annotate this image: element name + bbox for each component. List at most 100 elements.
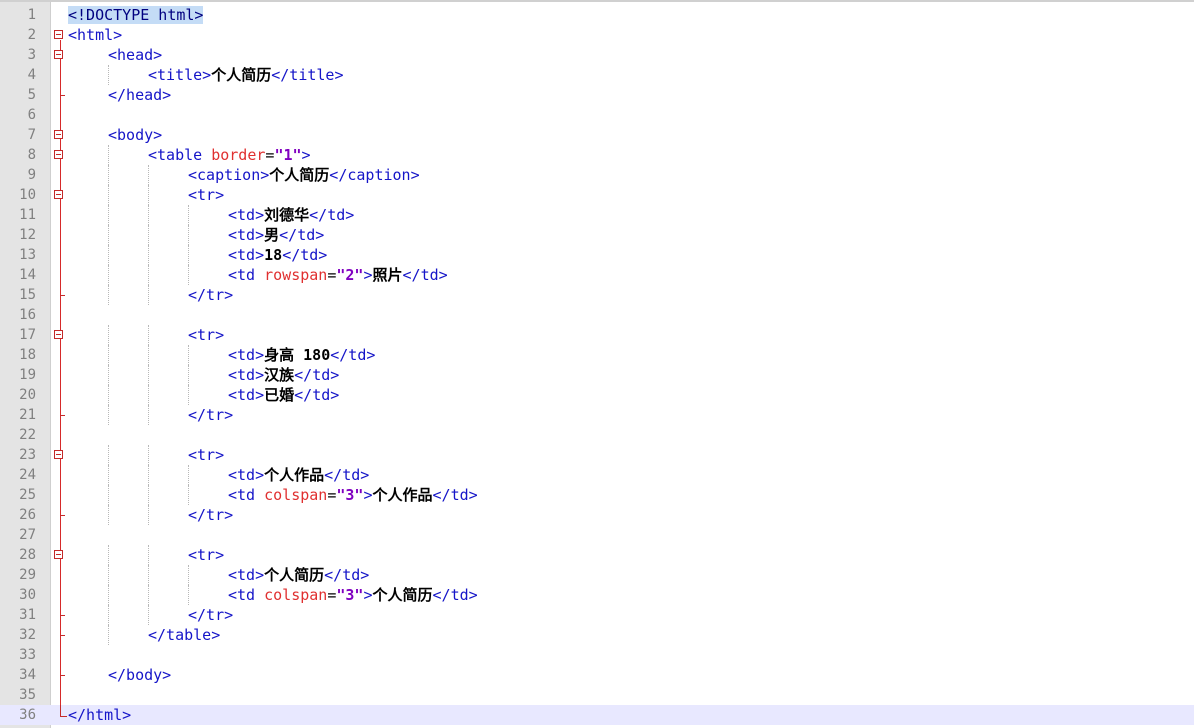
indent-guide: [148, 505, 149, 525]
code-line[interactable]: 16: [0, 305, 1194, 325]
code-line[interactable]: 24 <td>个人作品</td>: [0, 465, 1194, 485]
code-line[interactable]: 17 <tr>: [0, 325, 1194, 345]
fold-toggle-icon[interactable]: [54, 330, 63, 339]
token-tag: <td>: [228, 566, 265, 584]
fold-toggle-icon[interactable]: [54, 130, 63, 139]
token-tag: >: [301, 146, 311, 164]
line-number: 8: [27, 147, 36, 163]
token-tag: </tr>: [188, 406, 234, 424]
line-number: 10: [19, 187, 36, 203]
line-number: 9: [27, 167, 36, 183]
code-line[interactable]: 28 <tr>: [0, 545, 1194, 565]
code-text: <head>: [108, 45, 162, 65]
indent-guide: [108, 625, 109, 645]
code-line[interactable]: 15 </tr>: [0, 285, 1194, 305]
line-number: 24: [19, 467, 36, 483]
code-editor[interactable]: 1 <!DOCTYPE html> 2 <html> 3 <head> 4 <title>个人…: [0, 0, 1194, 728]
code-line[interactable]: 33: [0, 645, 1194, 665]
line-number: 25: [19, 487, 36, 503]
code-line[interactable]: 1 <!DOCTYPE html>: [0, 5, 1194, 25]
code-line[interactable]: 10 <tr>: [0, 185, 1194, 205]
token-tag: </html>: [68, 706, 132, 724]
code-text: <table border="1">: [148, 145, 311, 165]
indent-guide: [108, 245, 109, 265]
token-val: "1": [274, 146, 302, 164]
code-text: </tr>: [188, 605, 233, 625]
code-line[interactable]: 22: [0, 425, 1194, 445]
fold-toggle-icon[interactable]: [54, 150, 63, 159]
code-line[interactable]: 31 </tr>: [0, 605, 1194, 625]
code-line[interactable]: 2 <html>: [0, 25, 1194, 45]
indent-guide: [108, 265, 109, 285]
line-number: 17: [19, 327, 36, 343]
code-line[interactable]: 13 <td>18</td>: [0, 245, 1194, 265]
code-line[interactable]: 34 </body>: [0, 665, 1194, 685]
token-tag: </td>: [324, 566, 370, 584]
indent-guide: [108, 225, 109, 245]
token-tag: <td: [228, 486, 265, 504]
indent-guide: [148, 605, 149, 625]
token-tag: <title>: [148, 66, 212, 84]
token-tag: </caption>: [329, 166, 420, 184]
fold-toggle-icon[interactable]: [54, 190, 63, 199]
line-number: 15: [19, 287, 36, 303]
code-text: </tr>: [188, 505, 233, 525]
code-line[interactable]: 29 <td>个人简历</td>: [0, 565, 1194, 585]
token-tag: <td>: [228, 466, 265, 484]
code-text: <td>已婚</td>: [228, 385, 339, 405]
indent-guide: [148, 225, 149, 245]
indent-guide: [108, 545, 109, 565]
indent-guide: [108, 445, 109, 465]
token-tag: <tr>: [188, 446, 225, 464]
token-tag: </td>: [294, 366, 340, 384]
code-line[interactable]: 19 <td>汉族</td>: [0, 365, 1194, 385]
line-number: 22: [19, 427, 36, 443]
code-line[interactable]: 20 <td>已婚</td>: [0, 385, 1194, 405]
line-number: 13: [19, 247, 36, 263]
code-text: <caption>个人简历</caption>: [188, 165, 420, 185]
code-line[interactable]: 26 </tr>: [0, 505, 1194, 525]
code-text: </tr>: [188, 285, 233, 305]
indent-guide: [188, 345, 189, 365]
code-line[interactable]: 23 <tr>: [0, 445, 1194, 465]
code-line[interactable]: 12 <td>男</td>: [0, 225, 1194, 245]
token-tag: <head>: [108, 46, 163, 64]
fold-toggle-icon[interactable]: [54, 450, 63, 459]
code-text: <html>: [68, 25, 122, 45]
code-line[interactable]: 30 <td colspan="3">个人简历</td>: [0, 585, 1194, 605]
code-text: </tr>: [188, 405, 233, 425]
code-line[interactable]: 4 <title>个人简历</title>: [0, 65, 1194, 85]
indent-guide: [188, 205, 189, 225]
fold-toggle-icon[interactable]: [54, 50, 63, 59]
fold-end-tick: [60, 295, 65, 296]
fold-toggle-icon[interactable]: [54, 550, 63, 559]
code-area[interactable]: 1 <!DOCTYPE html> 2 <html> 3 <head> 4 <title>个人…: [0, 5, 1194, 725]
token-doctype: <!DOCTYPE html>: [68, 6, 204, 24]
code-text: <td rowspan="2">照片</td>: [228, 265, 448, 285]
token-val: "3": [336, 486, 364, 504]
code-line[interactable]: 14 <td rowspan="2">照片</td>: [0, 265, 1194, 285]
code-line[interactable]: 7 <body>: [0, 125, 1194, 145]
indent-guide: [148, 165, 149, 185]
code-line[interactable]: 27: [0, 525, 1194, 545]
code-line[interactable]: 9 <caption>个人简历</caption>: [0, 165, 1194, 185]
indent-guide: [108, 585, 109, 605]
indent-guide: [188, 485, 189, 505]
code-line[interactable]: 6: [0, 105, 1194, 125]
token-text: 汉族: [264, 366, 295, 384]
code-line[interactable]: 21 </tr>: [0, 405, 1194, 425]
code-line[interactable]: 8 <table border="1">: [0, 145, 1194, 165]
token-tag: </tr>: [188, 506, 234, 524]
code-line[interactable]: 36 </html>: [0, 705, 1194, 725]
line-number: 12: [19, 227, 36, 243]
code-line[interactable]: 11 <td>刘德华</td>: [0, 205, 1194, 225]
fold-toggle-icon[interactable]: [54, 30, 63, 39]
code-line[interactable]: 5 </head>: [0, 85, 1194, 105]
token-text: 个人作品: [264, 466, 325, 484]
code-line[interactable]: 32 </table>: [0, 625, 1194, 645]
code-line[interactable]: 25 <td colspan="3">个人作品</td>: [0, 485, 1194, 505]
code-line[interactable]: 35: [0, 685, 1194, 705]
code-line[interactable]: 18 <td>身高 180</td>: [0, 345, 1194, 365]
code-line[interactable]: 3 <head>: [0, 45, 1194, 65]
indent-guide: [148, 345, 149, 365]
